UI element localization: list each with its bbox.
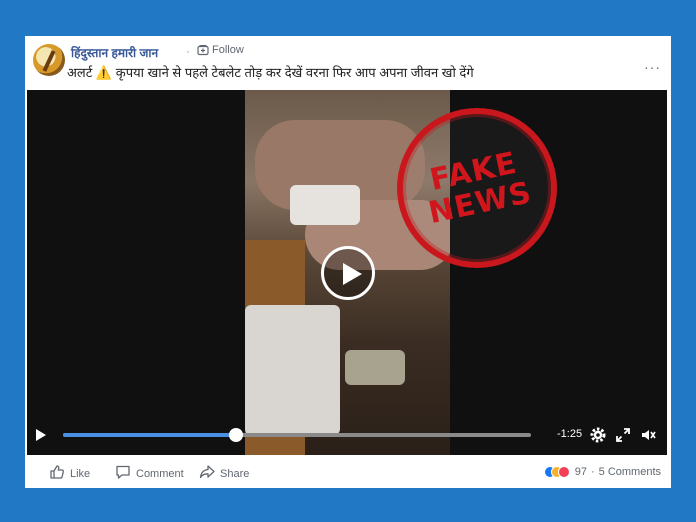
comment-button[interactable]: Comment (115, 464, 184, 483)
page-avatar[interactable] (33, 44, 65, 76)
like-button[interactable]: Like (49, 464, 90, 483)
like-label: Like (70, 467, 91, 480)
comment-label: Comment (136, 467, 184, 480)
follow-icon (197, 44, 209, 56)
post-actions: Like Comment Share 97 · 5 Comments (25, 464, 671, 484)
more-icon[interactable]: ··· (644, 60, 661, 74)
control-play-icon[interactable] (35, 428, 47, 447)
post-card: हिंदुस्तान हमारी जान · Follow अलर्ट ⚠️ क… (25, 36, 671, 488)
play-icon[interactable] (321, 246, 375, 300)
progress-track[interactable] (63, 428, 531, 442)
fake-news-stamp: FAKE NEWS (397, 108, 557, 268)
follow-button[interactable]: Follow (197, 44, 244, 56)
reaction-separator: · (590, 466, 595, 478)
header-separator: · (186, 44, 190, 58)
post-text: अलर्ट ⚠️ कृपया खाने से पहले टेबलेट तोड़ … (67, 65, 474, 80)
like-icon (49, 464, 65, 483)
share-button[interactable]: Share (199, 464, 249, 483)
reactions-summary[interactable]: 97 · 5 Comments (543, 466, 661, 478)
progress-knob[interactable] (229, 428, 244, 442)
follow-label: Follow (212, 44, 244, 56)
share-icon (199, 464, 215, 483)
fullscreen-icon[interactable] (616, 428, 630, 447)
comments-count-link[interactable]: 5 Comments (599, 466, 661, 478)
video-controls: -1:25 (27, 415, 667, 455)
progress-fill (63, 433, 237, 437)
comment-icon (115, 464, 131, 483)
settings-icon[interactable] (589, 426, 607, 449)
post-header: हिंदुस्तान हमारी जान · Follow अलर्ट ⚠️ क… (25, 36, 671, 90)
remaining-time: -1:25 (557, 428, 583, 440)
volume-icon[interactable] (641, 427, 657, 448)
video-player[interactable]: FAKE NEWS -1:25 (27, 90, 667, 455)
reaction-count: 97 (574, 466, 587, 478)
page-name-link[interactable]: हिंदुस्तान हमारी जान (71, 44, 158, 61)
reaction-love-icon (557, 466, 570, 478)
share-label: Share (220, 467, 250, 480)
